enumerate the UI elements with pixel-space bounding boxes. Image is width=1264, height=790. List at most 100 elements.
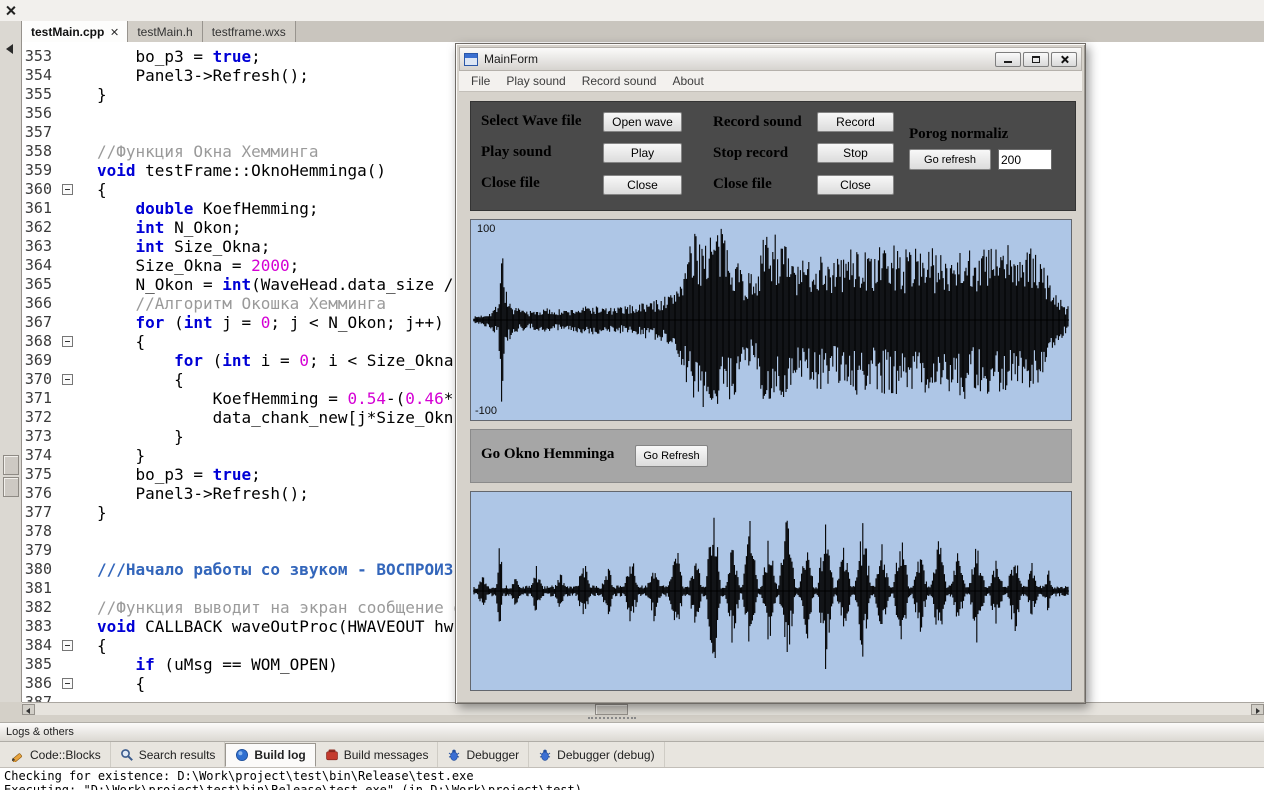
logs-tabbar: Code::Blocks Search results Build log Bu… [0, 742, 1264, 768]
code-text [80, 123, 97, 142]
code-text: Panel3->Refresh(); [80, 66, 309, 85]
control-panel: Select Wave file Open wave Record sound … [470, 101, 1076, 211]
fold-margin [58, 598, 80, 617]
mainform-window: MainForm File Play sound Record sound Ab… [455, 43, 1086, 704]
code-text: //Алгоритм Окошка Хемминга [80, 294, 386, 313]
fold-margin [58, 655, 80, 674]
menu-item-file[interactable]: File [463, 72, 498, 90]
go-refresh-button[interactable]: Go refresh [909, 149, 991, 170]
code-text: N_Okon = int(WaveHead.data_size / S [80, 275, 473, 294]
line-number: 358 [22, 142, 58, 161]
logs-tab-debugger-debug[interactable]: Debugger (debug) [529, 742, 664, 767]
line-number: 381 [22, 579, 58, 598]
open-wave-button[interactable]: Open wave [603, 112, 682, 132]
line-number: 375 [22, 465, 58, 484]
fold-margin [58, 237, 80, 256]
fold-margin [58, 541, 80, 560]
logs-splitter[interactable] [0, 715, 1264, 722]
fold-margin [58, 674, 80, 693]
line-number: 364 [22, 256, 58, 275]
screen: testMain.cpp testMain.h testframe.wxs 35… [0, 0, 1264, 790]
waveform-panel-original: 100 -100 [470, 219, 1072, 421]
logs-tab-build-messages[interactable]: Build messages [316, 742, 439, 767]
minimize-button[interactable] [995, 52, 1021, 67]
porog-value-input[interactable] [998, 149, 1052, 170]
close-file-label-1: Close file [481, 175, 540, 192]
pane-scroll-handle[interactable] [3, 477, 19, 497]
line-number: 356 [22, 104, 58, 123]
logs-tab-search-results[interactable]: Search results [111, 742, 226, 767]
fold-margin [58, 142, 80, 161]
fold-margin [58, 636, 80, 655]
hscroll-thumb[interactable] [595, 704, 628, 715]
debugger-bug-icon [447, 748, 461, 762]
fold-margin [58, 85, 80, 104]
close-file-button-1[interactable]: Close [603, 175, 682, 195]
code-text: bo_p3 = true; [80, 47, 261, 66]
line-number: 372 [22, 408, 58, 427]
close-pane-icon[interactable] [5, 5, 16, 16]
scroll-left-icon[interactable] [22, 704, 35, 715]
code-text: Panel3->Refresh(); [80, 484, 309, 503]
logs-panel-header: Logs & others [0, 722, 1264, 742]
build-messages-icon [325, 748, 339, 762]
tab-testframe-wxs[interactable]: testframe.wxs [203, 21, 296, 42]
logs-tab-build-log[interactable]: Build log [225, 743, 315, 767]
fold-margin [58, 579, 80, 598]
menu-item-record-sound[interactable]: Record sound [574, 72, 665, 90]
logs-tab-debugger[interactable]: Debugger [438, 742, 529, 767]
top-pane-strip [0, 0, 1264, 22]
close-window-button[interactable] [1051, 52, 1077, 67]
go-refresh-hemming-button[interactable]: Go Refresh [635, 445, 708, 467]
fold-margin [58, 560, 80, 579]
logs-tab-label: Code::Blocks [30, 748, 101, 762]
log-line: Executing: "D:\Work\project\test\bin\Rel… [4, 783, 1264, 790]
play-sound-label: Play sound [481, 144, 551, 161]
line-number: 377 [22, 503, 58, 522]
logs-tab-codeblocks[interactable]: Code::Blocks [2, 742, 111, 767]
tab-testmain-cpp[interactable]: testMain.cpp [22, 21, 128, 42]
fold-margin [58, 66, 80, 85]
fold-toggle-icon[interactable] [62, 336, 73, 347]
fold-margin [58, 446, 80, 465]
waveform-original [471, 220, 1071, 420]
mainform-client: Select Wave file Open wave Record sound … [459, 92, 1082, 702]
menu-item-about[interactable]: About [664, 72, 711, 90]
scroll-right-icon[interactable] [1251, 704, 1264, 715]
line-number: 362 [22, 218, 58, 237]
stop-button[interactable]: Stop [817, 143, 894, 163]
fold-margin [58, 313, 80, 332]
pane-scroll-handle[interactable] [3, 455, 19, 475]
line-number: 353 [22, 47, 58, 66]
tab-testmain-h[interactable]: testMain.h [128, 21, 202, 42]
collapse-arrow-icon[interactable] [6, 44, 13, 54]
close-tab-icon[interactable] [110, 28, 118, 36]
code-text: } [80, 85, 107, 104]
fold-margin [58, 275, 80, 294]
code-text [80, 104, 97, 123]
menu-item-play-sound[interactable]: Play sound [498, 72, 573, 90]
code-text [80, 579, 97, 598]
fold-margin [58, 180, 80, 199]
titlebar[interactable]: MainForm [459, 47, 1082, 71]
fold-toggle-icon[interactable] [62, 184, 73, 195]
fold-toggle-icon[interactable] [62, 640, 73, 651]
close-file-button-2[interactable]: Close [817, 175, 894, 195]
fold-margin [58, 256, 80, 275]
porog-normaliz-label: Porog normaliz [909, 126, 1008, 143]
code-text: void testFrame::OknoHemminga() [80, 161, 386, 180]
fold-margin [58, 104, 80, 123]
fold-margin [58, 522, 80, 541]
window-title: MainForm [484, 52, 538, 66]
fold-toggle-icon[interactable] [62, 678, 73, 689]
menubar: File Play sound Record sound About [459, 71, 1082, 92]
logs-tab-label: Debugger [466, 748, 519, 762]
play-button[interactable]: Play [603, 143, 682, 163]
fold-toggle-icon[interactable] [62, 374, 73, 385]
record-button[interactable]: Record [817, 112, 894, 132]
close-file-label-2: Close file [713, 176, 772, 193]
maximize-button[interactable] [1023, 52, 1049, 67]
go-okno-hemminga-label: Go Okno Hemminga [481, 446, 614, 463]
editor-hscrollbar[interactable] [22, 702, 1264, 716]
code-text: KoefHemming = 0.54-(0.46* [80, 389, 453, 408]
